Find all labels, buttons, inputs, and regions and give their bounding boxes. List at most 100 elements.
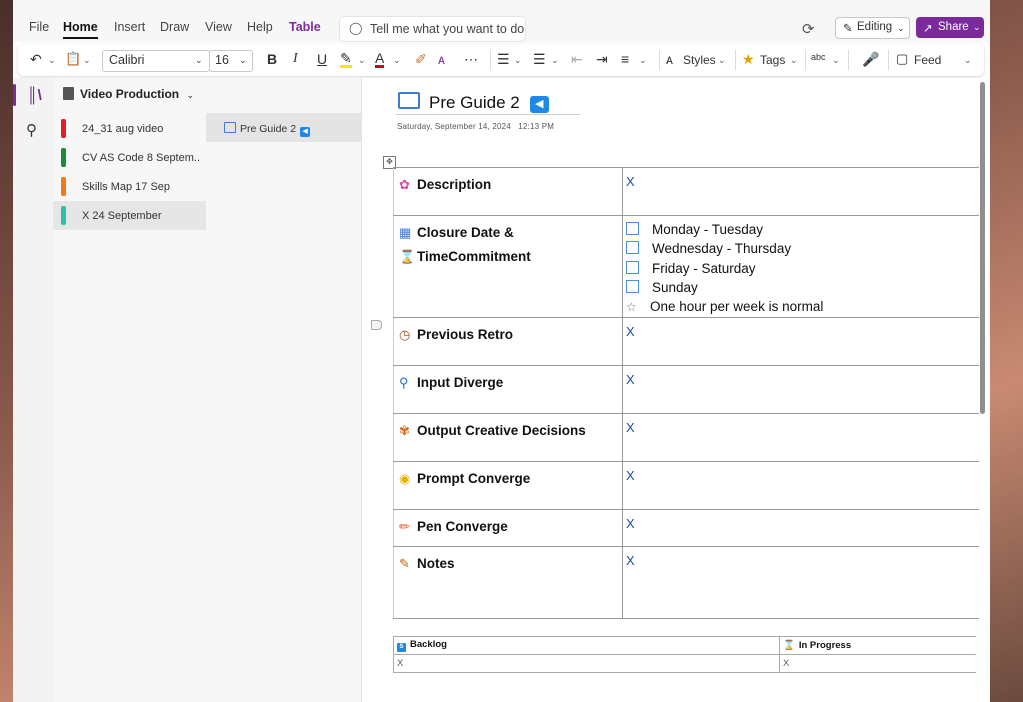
sync-icon[interactable]: ⟳ xyxy=(802,20,815,38)
font-name-select[interactable]: Calibri ⌄ xyxy=(102,50,210,72)
checkbox-item[interactable]: Sunday xyxy=(626,278,979,297)
share-button[interactable]: ↗ Share ⌄ xyxy=(916,17,984,38)
menu-help[interactable]: Help xyxy=(247,20,273,34)
clear-formatting-icon[interactable]: ᴀ xyxy=(438,51,445,67)
table-row: ✿ Description X xyxy=(393,167,979,216)
chevron-down-icon[interactable]: ⌄ xyxy=(832,55,840,66)
divider xyxy=(735,50,736,70)
checkbox[interactable] xyxy=(626,222,639,235)
editing-button[interactable]: ✎ Editing ⌄ xyxy=(835,17,910,39)
numbered-list-icon[interactable]: ☰ xyxy=(533,51,546,68)
section-label: X 24 September xyxy=(82,210,162,222)
vertical-scrollbar[interactable] xyxy=(980,82,985,414)
table-cell[interactable]: ⚲ Input Diverge xyxy=(393,365,623,415)
checkbox-item[interactable]: Monday - Tuesday xyxy=(626,220,979,239)
table-cell[interactable]: X xyxy=(622,413,979,463)
table-header[interactable]: ⌛ In Progress xyxy=(779,636,976,655)
italic-button[interactable]: I xyxy=(293,51,298,67)
chevron-down-icon[interactable]: ⌄ xyxy=(639,55,647,66)
kanban-table: S Backlog ⌛ In Progress X X xyxy=(393,636,976,673)
row-value: X xyxy=(626,372,635,388)
section-item[interactable]: X 24 September xyxy=(53,201,206,230)
table-cell[interactable]: X xyxy=(622,546,979,620)
feed-button[interactable]: Feed xyxy=(914,53,941,67)
checkbox-label: Friday - Saturday xyxy=(652,260,756,276)
pencil-icon: ✏ xyxy=(399,519,410,535)
tell-me-search[interactable]: ◯ Tell me what you want to do xyxy=(340,17,525,41)
table-cell[interactable]: Monday - Tuesday Wednesday - Thursday Fr… xyxy=(622,214,979,319)
table-cell[interactable]: X xyxy=(622,365,979,415)
table-cell[interactable]: ◷ Previous Retro xyxy=(393,317,623,367)
align-icon[interactable]: ≡ xyxy=(621,51,629,67)
menu-insert[interactable]: Insert xyxy=(114,20,145,34)
checkbox-item[interactable]: Friday - Saturday xyxy=(626,259,979,278)
checkbox-item[interactable]: Wednesday - Thursday xyxy=(626,239,979,258)
book-icon xyxy=(398,92,420,109)
menu-home[interactable]: Home xyxy=(63,20,98,39)
table-cell[interactable]: X xyxy=(622,317,979,367)
chevron-down-icon[interactable]: ⌄ xyxy=(718,55,726,66)
divider xyxy=(848,50,849,70)
row-label: Closure Date & xyxy=(417,225,514,240)
table-cell[interactable]: ✾ Output Creative Decisions xyxy=(393,413,623,463)
notebooks-icon[interactable]: ║\ xyxy=(27,87,42,104)
table-cell[interactable]: X xyxy=(622,461,979,511)
more-icon[interactable]: ⋯ xyxy=(464,51,478,68)
font-size-value: 16 xyxy=(215,53,229,67)
font-color-button[interactable]: A xyxy=(375,51,385,68)
menu-draw[interactable]: Draw xyxy=(160,20,189,34)
chevron-down-icon[interactable]: ⌄ xyxy=(393,55,401,66)
styles-button[interactable]: Styles xyxy=(683,53,716,67)
checkbox[interactable] xyxy=(626,260,639,274)
table-cell[interactable]: ▦ Closure Date & ⌛ TimeCommitment xyxy=(393,214,623,319)
bullet-list-icon[interactable]: ☰ xyxy=(497,51,510,68)
page-title[interactable]: Pre Guide 2 ◀ xyxy=(398,92,549,113)
notebook-selector[interactable]: Video Production ⌄ xyxy=(63,87,194,101)
chevron-down-icon[interactable]: ⌄ xyxy=(514,55,522,66)
page-canvas[interactable]: Pre Guide 2 ◀ Saturday, September 14, 202… xyxy=(362,78,990,702)
menu-table[interactable]: Table xyxy=(289,20,321,34)
dictate-mic-icon[interactable]: 🎤 xyxy=(862,51,879,68)
chevron-down-icon[interactable]: ⌄ xyxy=(964,55,972,66)
table-cell[interactable]: X xyxy=(622,509,979,548)
bold-button[interactable]: B xyxy=(267,51,277,67)
table-cell[interactable]: ✏ Pen Converge xyxy=(393,509,623,548)
menu-view[interactable]: View xyxy=(205,20,232,34)
search-icon[interactable]: ⚲ xyxy=(26,121,37,139)
format-painter-icon[interactable]: ✐ xyxy=(415,51,427,68)
menu-file[interactable]: File xyxy=(29,20,49,34)
highlighter-icon[interactable]: ✎ xyxy=(340,51,352,68)
page-item[interactable]: Pre Guide 2 ◀ xyxy=(206,113,361,142)
chevron-down-icon[interactable]: ⌄ xyxy=(790,55,798,66)
undo-icon[interactable]: ↶ xyxy=(30,51,42,68)
font-size-select[interactable]: 16 ⌄ xyxy=(209,50,253,72)
row-value: X xyxy=(626,516,635,532)
clipboard-icon[interactable]: 📋 xyxy=(65,51,81,67)
checkbox[interactable] xyxy=(626,279,639,293)
play-icon: ◀ xyxy=(529,96,549,113)
table-cell[interactable]: ◉ Prompt Converge xyxy=(393,461,623,511)
section-item[interactable]: 24_31 aug video xyxy=(53,114,206,143)
chevron-down-icon[interactable]: ⌄ xyxy=(358,55,366,66)
table-cell[interactable]: X xyxy=(779,654,976,673)
checkbox[interactable] xyxy=(626,241,639,255)
outdent-icon[interactable]: ⇤ xyxy=(571,51,583,68)
tag-star-icon: ★ xyxy=(742,51,755,67)
spelling-button[interactable]: abc xyxy=(811,52,826,62)
table-cell[interactable]: X xyxy=(622,167,979,216)
indent-icon[interactable]: ⇥ xyxy=(596,51,608,68)
section-item[interactable]: Skills Map 17 Sep xyxy=(53,172,206,201)
table-cell[interactable]: ✿ Description xyxy=(393,167,623,216)
chevron-down-icon[interactable]: ⌄ xyxy=(551,55,559,66)
chevron-down-icon[interactable]: ⌄ xyxy=(48,55,56,66)
table-header[interactable]: S Backlog xyxy=(393,636,780,655)
underline-button[interactable]: U xyxy=(317,51,327,67)
tags-button[interactable]: Tags xyxy=(760,53,785,67)
palette-icon: ✾ xyxy=(399,423,410,439)
chevron-down-icon[interactable]: ⌄ xyxy=(83,55,91,66)
table-cell[interactable]: ✎ Notes xyxy=(393,546,623,620)
page-datetime: Saturday, September 14, 2024 12:13 PM xyxy=(397,122,554,131)
table-cell[interactable]: X xyxy=(393,654,780,673)
section-item[interactable]: CV AS Code 8 Septem... xyxy=(53,143,206,172)
row-handle-icon[interactable] xyxy=(371,320,382,330)
